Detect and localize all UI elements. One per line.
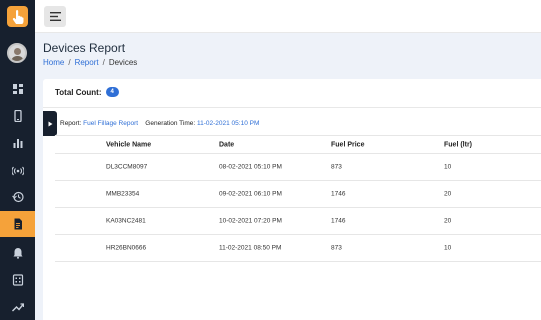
cell-vehicle-name: DL3CCM8097 <box>106 163 148 171</box>
sidebar <box>0 0 35 320</box>
report-name: Fuel Fillage Report <box>83 120 139 127</box>
user-avatar[interactable] <box>7 43 27 63</box>
sidebar-item-notifications[interactable] <box>0 240 35 266</box>
filter-panel-toggle[interactable] <box>43 111 57 136</box>
cell-fuel-price: 873 <box>331 244 342 252</box>
table-header: Vehicle Name Date Fuel Price Fuel (ltr) <box>55 135 541 154</box>
card-divider <box>43 107 541 108</box>
report-info: Report: Fuel Fillage Report Generation T… <box>60 120 259 127</box>
cell-date: 09-02-2021 06:10 PM <box>219 190 282 198</box>
breadcrumb: Home / Report / Devices <box>43 58 137 67</box>
app-logo[interactable] <box>7 6 28 27</box>
history-icon <box>11 191 24 203</box>
hamburger-menu-icon <box>49 12 61 21</box>
report-document-icon <box>14 218 22 230</box>
sidebar-item-dashboard[interactable] <box>0 76 35 102</box>
total-count-label: Total Count: <box>55 87 102 97</box>
bar-chart-icon <box>13 139 22 148</box>
column-header-date[interactable]: Date <box>219 141 234 148</box>
sidebar-item-history[interactable] <box>0 184 35 210</box>
sidebar-item-statistics[interactable] <box>0 130 35 156</box>
sidebar-item-calculator[interactable] <box>0 267 35 293</box>
column-header-fuel-ltr[interactable]: Fuel (ltr) <box>444 141 472 148</box>
breadcrumb-report-link[interactable]: Report <box>75 58 99 67</box>
sidebar-item-live[interactable] <box>0 157 35 183</box>
breadcrumb-current: Devices <box>108 58 138 67</box>
cell-vehicle-name: MMB23354 <box>106 190 140 198</box>
report-label: Report: <box>60 120 82 127</box>
avatar-head <box>14 48 21 55</box>
generation-time-label: Generation Time: <box>145 120 196 127</box>
table-row: MMB23354 09-02-2021 06:10 PM 1746 20 <box>55 181 541 208</box>
cell-fuel-ltr: 20 <box>444 190 452 198</box>
hand-pointer-icon <box>12 9 23 24</box>
cell-vehicle-name: KA03NC2481 <box>106 217 146 225</box>
cell-fuel-ltr: 10 <box>444 244 452 252</box>
total-count: Total Count: 4 <box>55 87 119 97</box>
column-header-vehicle-name[interactable]: Vehicle Name <box>106 141 151 148</box>
generation-time-value: 11-02-2021 05:10 PM <box>196 120 260 127</box>
table-row: KA03NC2481 10-02-2021 07:20 PM 1746 20 <box>55 208 541 235</box>
signal-broadcast-icon <box>11 166 24 176</box>
mobile-device-icon <box>13 110 22 122</box>
breadcrumb-separator: / <box>102 58 105 67</box>
table-row: DL3CCM8097 08-02-2021 05:10 PM 873 10 <box>55 154 541 181</box>
cell-date: 08-02-2021 05:10 PM <box>219 163 282 171</box>
breadcrumb-home-link[interactable]: Home <box>43 58 64 67</box>
cell-fuel-price: 1746 <box>331 190 346 198</box>
trend-line-icon <box>11 303 24 312</box>
avatar-body <box>11 56 24 61</box>
caret-right-icon <box>48 121 52 126</box>
table-row: HR26BN0666 11-02-2021 08:50 PM 873 10 <box>55 235 541 262</box>
cell-fuel-price: 1746 <box>331 217 346 225</box>
dashboard-icon <box>12 84 23 94</box>
bell-icon <box>13 248 22 259</box>
cell-fuel-ltr: 10 <box>444 163 452 171</box>
cell-date: 10-02-2021 07:20 PM <box>219 217 282 225</box>
page-title: Devices Report <box>43 41 126 55</box>
column-header-fuel-price[interactable]: Fuel Price <box>331 141 364 148</box>
cell-fuel-ltr: 20 <box>444 217 452 225</box>
cell-vehicle-name: HR26BN0666 <box>106 244 147 252</box>
cell-fuel-price: 873 <box>331 163 342 171</box>
menu-toggle-button[interactable] <box>44 6 66 27</box>
devices-table: Vehicle Name Date Fuel Price Fuel (ltr) … <box>55 135 541 262</box>
cell-date: 11-02-2021 08:50 PM <box>219 244 282 252</box>
breadcrumb-separator: / <box>68 58 71 67</box>
sidebar-item-reports[interactable] <box>0 211 35 237</box>
sidebar-item-analytics[interactable] <box>0 294 35 320</box>
total-count-badge: 4 <box>105 87 119 97</box>
calculator-icon <box>12 274 23 286</box>
top-bar <box>35 0 541 33</box>
sidebar-item-devices[interactable] <box>0 103 35 129</box>
page-header: Devices Report Home / Report / Devices <box>35 33 541 75</box>
